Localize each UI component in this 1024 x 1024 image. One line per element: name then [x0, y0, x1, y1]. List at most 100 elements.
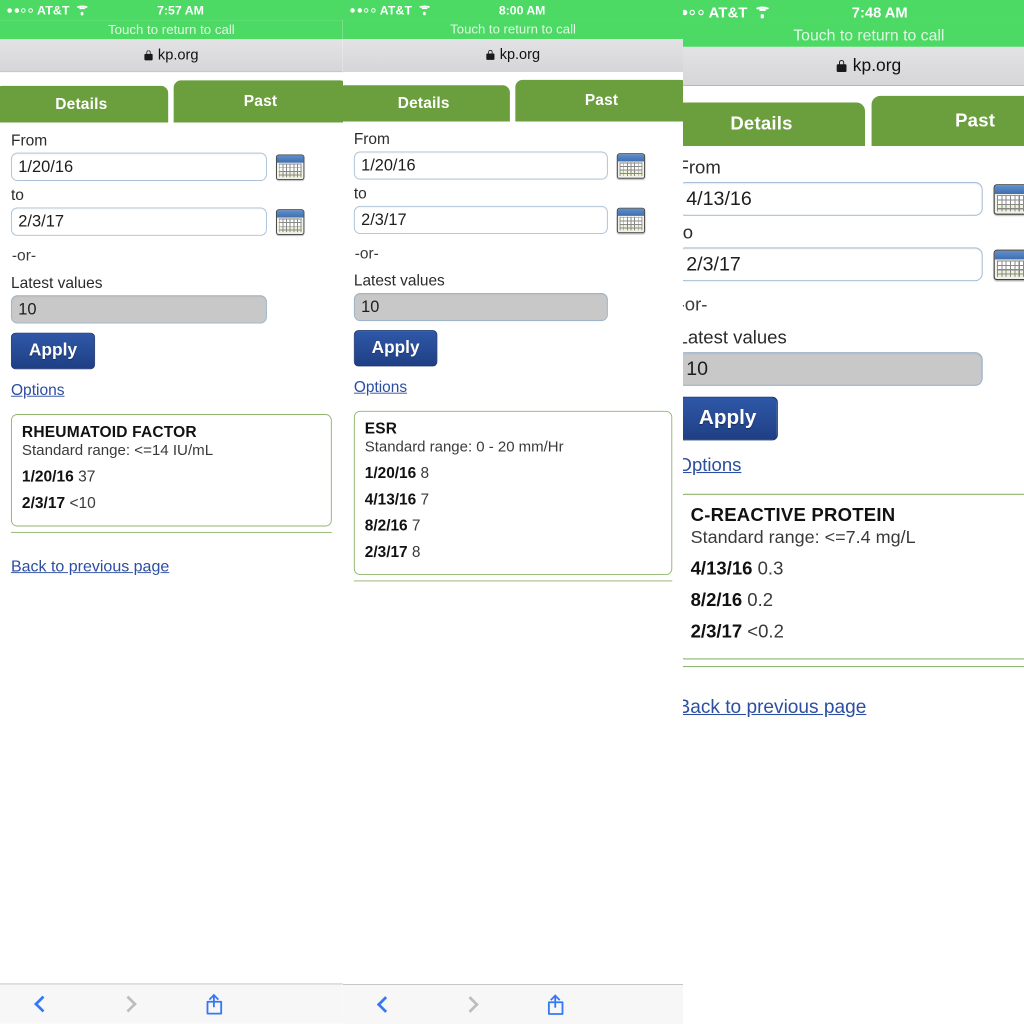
- result-date: 8/2/16: [364, 516, 408, 535]
- date-filter-form: From 1/20/16 to 2/3/17 -or- Latest value…: [0, 122, 343, 400]
- tab-bar: Details Past: [683, 95, 1024, 147]
- result-value: 37: [78, 467, 96, 486]
- forward-button[interactable]: [86, 984, 172, 1024]
- tab-past[interactable]: Past: [173, 80, 343, 123]
- result-date: 1/20/16: [21, 467, 74, 486]
- tab-bar: Details Past: [0, 80, 343, 123]
- latest-values-label: Latest values: [683, 327, 787, 348]
- carrier-label: AT&T: [708, 3, 748, 21]
- status-bar: AT&T 7:48 AM: [683, 0, 1024, 24]
- apply-button[interactable]: Apply: [353, 330, 438, 367]
- card-divider: [683, 665, 1024, 668]
- to-date-input[interactable]: 2/3/17: [683, 247, 983, 282]
- options-link[interactable]: Options: [354, 378, 407, 396]
- browser-url-bar[interactable]: kp.org: [683, 46, 1024, 87]
- result-row: 1/20/16 37: [22, 468, 321, 486]
- to-label: to: [353, 185, 367, 203]
- result-value: 0.2: [747, 589, 774, 611]
- result-title: ESR: [364, 419, 398, 438]
- back-button[interactable]: [0, 984, 86, 1024]
- url-text: kp.org: [499, 46, 541, 63]
- status-bar: AT&T 8:00 AM: [343, 0, 683, 20]
- result-range: Standard range: <=7.4 mg/L: [690, 527, 916, 548]
- result-row: 2/3/17 <0.2: [691, 621, 1024, 643]
- date-filter-form: From 4/13/16 to 2/3/17 -or- Latest value…: [683, 146, 1024, 477]
- result-card: C-REACTIVE PROTEIN Standard range: <=7.4…: [683, 493, 1024, 660]
- return-to-call-banner[interactable]: Touch to return to call: [343, 19, 683, 40]
- calendar-icon[interactable]: [993, 249, 1024, 280]
- back-to-previous-page-link[interactable]: Back to previous page: [0, 557, 169, 576]
- chevron-right-icon: [462, 996, 479, 1013]
- from-label: From: [683, 156, 721, 178]
- latest-values-input[interactable]: 10: [683, 352, 983, 386]
- result-row: 4/13/16 0.3: [691, 558, 1024, 580]
- latest-values-input[interactable]: 10: [10, 295, 267, 324]
- tab-details[interactable]: Details: [0, 85, 169, 123]
- lock-icon: [486, 49, 495, 60]
- back-button[interactable]: [343, 985, 428, 1024]
- result-date: 4/13/16: [364, 490, 417, 508]
- result-row: 8/2/16 0.2: [691, 590, 1024, 612]
- calendar-icon[interactable]: [276, 208, 305, 235]
- tab-past[interactable]: Past: [871, 95, 1024, 147]
- chevron-left-icon: [34, 995, 52, 1013]
- date-filter-form: From 1/20/16 to 2/3/17 -or- Latest value…: [343, 121, 683, 397]
- tab-details[interactable]: Details: [343, 85, 510, 122]
- result-value: 0.3: [757, 558, 784, 579]
- options-link[interactable]: Options: [11, 381, 65, 399]
- result-date: 1/20/16: [364, 464, 417, 482]
- from-label: From: [353, 130, 390, 148]
- to-label: to: [10, 186, 24, 204]
- result-range: Standard range: 0 - 20 mm/Hr: [364, 438, 564, 456]
- chevron-right-icon: [120, 995, 137, 1013]
- apply-button[interactable]: Apply: [10, 332, 96, 370]
- result-value: 7: [411, 516, 421, 535]
- apply-button[interactable]: Apply: [683, 396, 778, 441]
- from-date-input[interactable]: 1/20/16: [10, 152, 267, 181]
- status-bar: AT&T 7:57 AM: [0, 0, 343, 21]
- calendar-icon[interactable]: [276, 154, 305, 180]
- return-to-call-banner[interactable]: Touch to return to call: [683, 23, 1024, 47]
- url-bar-spacer: [0, 72, 343, 81]
- forward-button[interactable]: [428, 985, 513, 1024]
- latest-values-label: Latest values: [353, 272, 445, 290]
- wifi-icon: [417, 4, 432, 15]
- screen-esr: AT&T 8:00 AM Touch to return to call kp.…: [343, 0, 683, 1024]
- result-card: RHEUMATOID FACTOR Standard range: <=14 I…: [10, 414, 332, 527]
- result-value: 7: [420, 490, 430, 508]
- tab-details[interactable]: Details: [683, 102, 866, 147]
- return-to-call-banner[interactable]: Touch to return to call: [0, 20, 343, 40]
- calendar-icon[interactable]: [616, 207, 646, 233]
- to-date-input[interactable]: 2/3/17: [10, 207, 267, 236]
- options-link[interactable]: Options: [683, 455, 741, 477]
- result-value: 8: [411, 543, 421, 561]
- from-date-input[interactable]: 4/13/16: [683, 182, 983, 216]
- result-row: 4/13/16 7: [365, 491, 662, 509]
- wifi-icon: [754, 5, 771, 18]
- screen-c-reactive-protein: AT&T 7:48 AM Touch to return to call kp.…: [683, 0, 1024, 1024]
- calendar-icon[interactable]: [616, 152, 646, 179]
- url-bar-spacer: [683, 86, 1024, 96]
- tab-past[interactable]: Past: [515, 79, 683, 122]
- wifi-icon: [75, 5, 89, 16]
- browser-url-bar[interactable]: kp.org: [0, 39, 343, 73]
- calendar-icon[interactable]: [993, 183, 1024, 215]
- signal-strength-icon: [683, 9, 704, 15]
- latest-values-input[interactable]: 10: [353, 292, 608, 322]
- url-text: kp.org: [852, 56, 902, 75]
- share-button[interactable]: [171, 984, 257, 1024]
- back-to-previous-page-link[interactable]: Back to previous page: [683, 695, 866, 718]
- carrier-label: AT&T: [37, 3, 70, 17]
- or-separator: -or-: [11, 246, 37, 265]
- share-button[interactable]: [513, 985, 598, 1024]
- to-date-input[interactable]: 2/3/17: [353, 205, 608, 235]
- result-title: RHEUMATOID FACTOR: [21, 423, 197, 441]
- result-title: C-REACTIVE PROTEIN: [690, 504, 896, 526]
- share-icon: [547, 994, 564, 1015]
- browser-toolbar: [0, 983, 343, 1024]
- browser-url-bar[interactable]: kp.org: [343, 39, 683, 72]
- share-icon: [206, 993, 222, 1015]
- url-text: kp.org: [157, 47, 199, 63]
- from-date-input[interactable]: 1/20/16: [353, 151, 608, 180]
